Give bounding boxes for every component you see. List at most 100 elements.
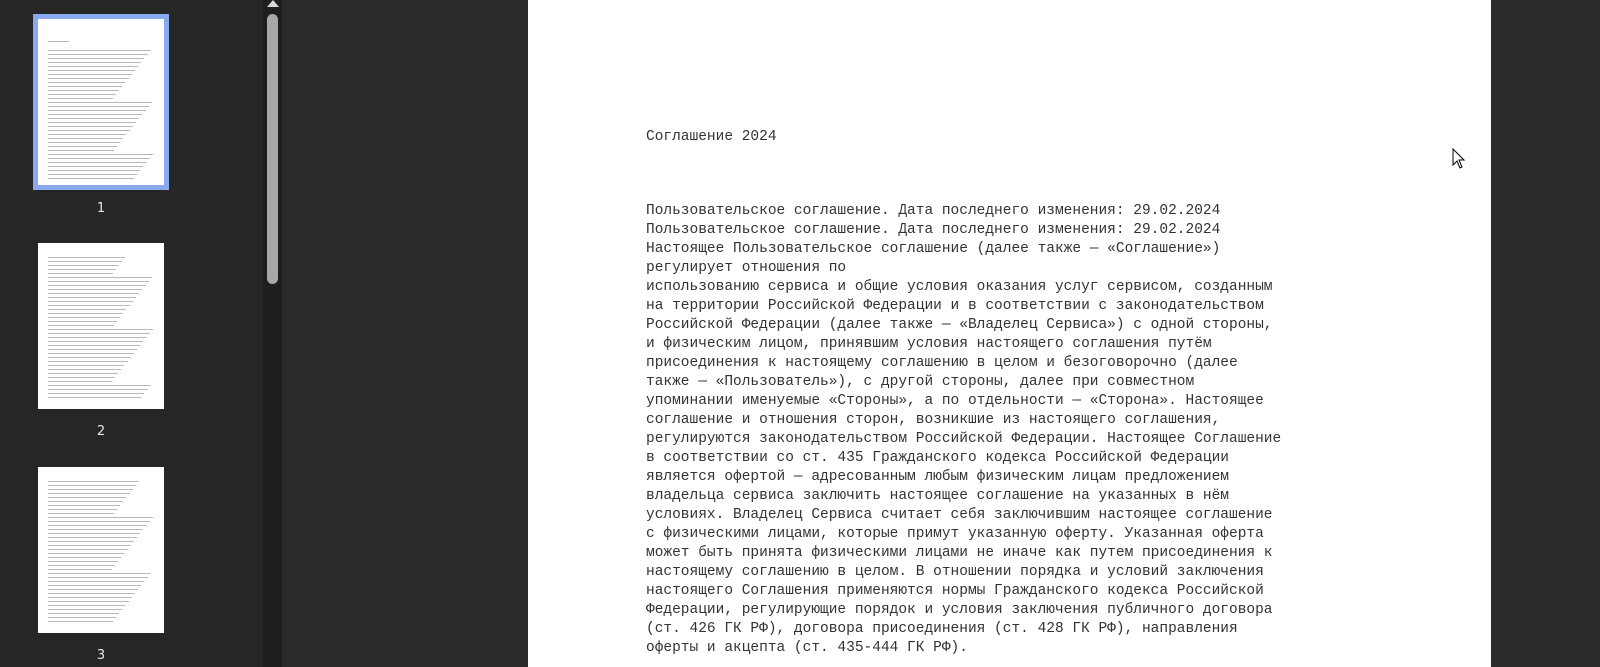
thumbnail-line	[48, 297, 136, 298]
thumbnail-line	[48, 118, 140, 119]
sidebar-scrollbar[interactable]	[263, 0, 282, 667]
document-line: регулируются законодательством Российско…	[646, 431, 1282, 447]
thumbnail-line	[48, 102, 152, 103]
thumbnail-line	[48, 257, 126, 258]
thumbnail-line	[48, 377, 115, 378]
thumbnail-line	[48, 389, 148, 390]
thumbnail-line	[48, 605, 126, 606]
document-line: может быть принята физическими лицами не…	[646, 545, 1273, 561]
thumbnail-line	[48, 357, 131, 358]
thumbnail-line	[48, 337, 147, 338]
thumbnail-line	[48, 369, 122, 370]
thumbnail-line	[48, 62, 142, 63]
thumbnail-line	[48, 321, 117, 322]
thumbnail-line	[48, 373, 118, 374]
document-line: является офертой — адресованным любым фи…	[646, 469, 1229, 485]
thumbnail-line	[48, 489, 133, 490]
thumbnail-line	[48, 162, 147, 163]
thumbnail-line	[48, 170, 141, 171]
thumbnail-line	[48, 138, 124, 139]
thumbnail-line	[48, 493, 130, 494]
thumbnail-text-lines	[38, 19, 164, 179]
document-line: настоящего Соглашения применяются нормы …	[646, 583, 1264, 599]
thumbnail-line	[48, 505, 121, 506]
scrollbar-thumb[interactable]	[267, 14, 278, 284]
thumbnail-text-lines	[38, 467, 164, 622]
thumbnail-line	[48, 41, 70, 42]
thumbnail-line	[48, 361, 128, 362]
thumbnail-line	[48, 178, 134, 179]
thumbnail-line	[48, 513, 114, 514]
thumbnail-line	[48, 293, 140, 294]
thumbnail-line	[48, 581, 145, 582]
thumbnail-line	[48, 82, 126, 83]
thumbnail-line	[48, 345, 141, 346]
thumbnail-line	[48, 533, 141, 534]
thumbnail-line	[48, 289, 143, 290]
thumbnail-line	[48, 393, 145, 394]
thumbnail-line	[48, 154, 153, 155]
thumbnail-line	[48, 545, 131, 546]
document-line: с физическими лицами, которые примут ука…	[646, 526, 1264, 542]
thumbnail-line	[48, 74, 132, 75]
thumbnail-line	[48, 565, 115, 566]
thumbnail-line	[48, 341, 144, 342]
document-line: также — «Пользователь»), с другой сторон…	[646, 374, 1195, 390]
mouse-pointer-icon	[1452, 148, 1466, 169]
thumbnail-line	[48, 481, 140, 482]
thumbnail-line	[48, 134, 127, 135]
thumbnail-line	[48, 277, 152, 278]
thumbnail-line	[48, 325, 114, 326]
document-body: Пользовательское соглашение. Дата послед…	[646, 202, 1281, 658]
thumbnail-line	[48, 613, 120, 614]
thumbnail-line	[48, 349, 138, 350]
document-line: Пользовательское соглашение. Дата послед…	[646, 203, 1221, 219]
thumbnail-line	[48, 106, 149, 107]
thumbnail-line	[48, 126, 133, 127]
thumbnail-line	[48, 265, 120, 266]
page-thumbnail-1[interactable]	[33, 14, 169, 190]
arrow-up-icon[interactable]	[267, 0, 279, 7]
page-thumbnail-2[interactable]	[38, 243, 164, 409]
thumbnail-line	[48, 146, 117, 147]
thumbnail-line	[48, 301, 133, 302]
thumbnail-line	[48, 509, 117, 510]
document-view[interactable]: Соглашение 2024 Пользовательское соглаше…	[282, 0, 1600, 667]
thumbnail-line	[48, 569, 112, 570]
thumbnail-line	[48, 537, 138, 538]
document-line: условиях. Владелец Сервиса считает себя …	[646, 507, 1273, 523]
thumbnail-line	[48, 593, 135, 594]
thumbnail-line	[48, 273, 113, 274]
thumbnail-line	[48, 166, 144, 167]
thumbnail-line	[48, 553, 125, 554]
document-line: использованию сервиса и общие условия ок…	[646, 279, 1273, 295]
page-number-2: 2	[96, 424, 106, 439]
thumbnail-line	[48, 585, 142, 586]
thumbnail-line	[48, 174, 138, 175]
thumbnail-line	[48, 501, 124, 502]
thumbnail-line	[48, 525, 147, 526]
thumbnail-line	[48, 305, 130, 306]
thumbnail-line	[48, 365, 125, 366]
thumbnail-line	[48, 353, 134, 354]
thumbnail-line	[48, 110, 146, 111]
thumbnail-line	[48, 90, 120, 91]
document-line: регулирует отношения по	[646, 260, 847, 276]
thumbnail-line	[48, 130, 130, 131]
thumbnail-line	[48, 98, 113, 99]
document-line: Российской Федерации (далее также — «Вла…	[646, 317, 1273, 333]
thumbnail-line	[48, 269, 116, 270]
thumbnail-line	[48, 66, 139, 67]
document-line: (ст. 426 ГК РФ), договора присоединения …	[646, 621, 1238, 637]
page-number-3: 3	[96, 648, 106, 663]
thumbnail-line	[48, 54, 148, 55]
thumbnail-line	[48, 485, 136, 486]
thumbnail-line	[48, 150, 114, 151]
thumbnail-line	[48, 70, 135, 71]
document-line: и физическим лицом, принявшим условия на…	[646, 336, 1212, 352]
document-line: оферты и акцепта (ст. 435-444 ГК РФ).	[646, 640, 968, 656]
thumbnail-sidebar: 1 2 3	[0, 0, 263, 667]
document-line: присоединения к настоящему соглашению в …	[646, 355, 1238, 371]
thumbnail-text-lines	[38, 243, 164, 398]
page-thumbnail-3[interactable]	[38, 467, 164, 633]
